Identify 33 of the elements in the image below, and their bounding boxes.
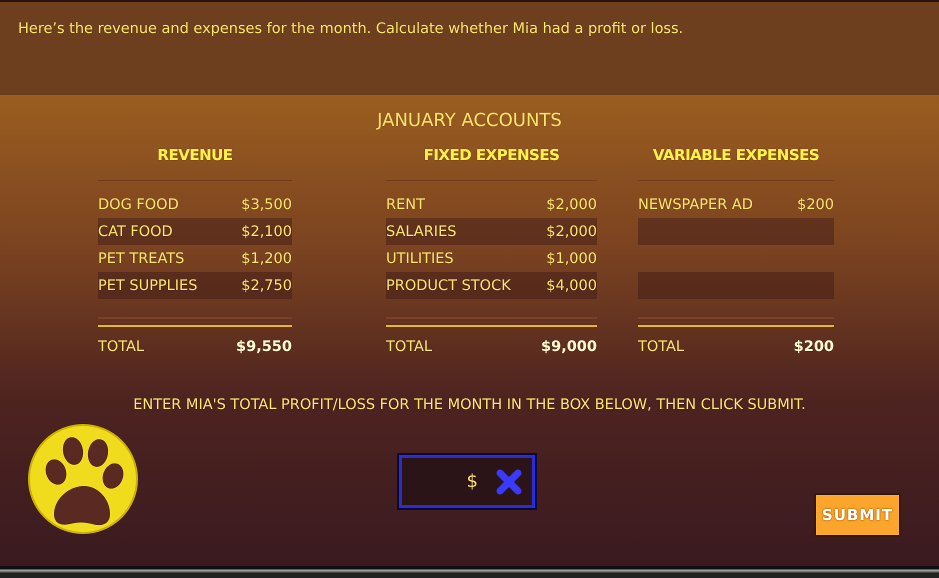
item-label: PET TREATS: [98, 250, 184, 266]
total-label: TOTAL: [386, 339, 432, 355]
item-amount: $2,750: [241, 278, 292, 294]
item-amount: $3,500: [241, 196, 292, 212]
clear-icon[interactable]: [496, 468, 522, 494]
total-amount: $9,550: [236, 339, 292, 355]
prompt-text: ENTER MIA'S TOTAL PROFIT/LOSS FOR THE MONTH IN THE BOX BELOW, THEN CLICK SUBMIT.: [132, 397, 807, 413]
column-heading: FIXED EXPENSES: [386, 146, 597, 181]
column-heading: REVENUE: [98, 146, 292, 181]
total-amount: $200: [794, 339, 834, 355]
item-label: PRODUCT STOCK: [386, 278, 511, 294]
item-label: SALARIES: [386, 224, 456, 240]
item-amount: $2,100: [241, 224, 292, 240]
item-amount: $1,000: [546, 250, 597, 266]
paw-icon: [26, 424, 140, 534]
item-label: CAT FOOD: [98, 224, 173, 240]
item-label: PET SUPPLIES: [98, 278, 198, 294]
item-label: UTILITIES: [386, 250, 454, 266]
item-amount: $2,000: [546, 196, 597, 212]
answer-field[interactable]: $: [399, 455, 535, 508]
item-label: DOG FOOD: [98, 196, 179, 212]
item-amount: $1,200: [241, 250, 292, 266]
column-heading: VARIABLE EXPENSES: [638, 146, 834, 181]
total-amount: $9,000: [541, 339, 597, 355]
instruction-text: Here’s the revenue and expenses for the month. Calculate whether Mia had a profit or loss.: [18, 21, 684, 37]
item-amount: $2,000: [546, 224, 597, 240]
total-label: TOTAL: [98, 339, 144, 355]
accounts-title: JANUARY ACCOUNTS: [375, 110, 563, 133]
item-amount: $200: [797, 196, 834, 212]
item-label: RENT: [386, 196, 425, 212]
item-amount: $4,000: [546, 278, 597, 294]
total-label: TOTAL: [638, 339, 684, 355]
item-label: NEWSPAPER AD: [638, 196, 753, 212]
